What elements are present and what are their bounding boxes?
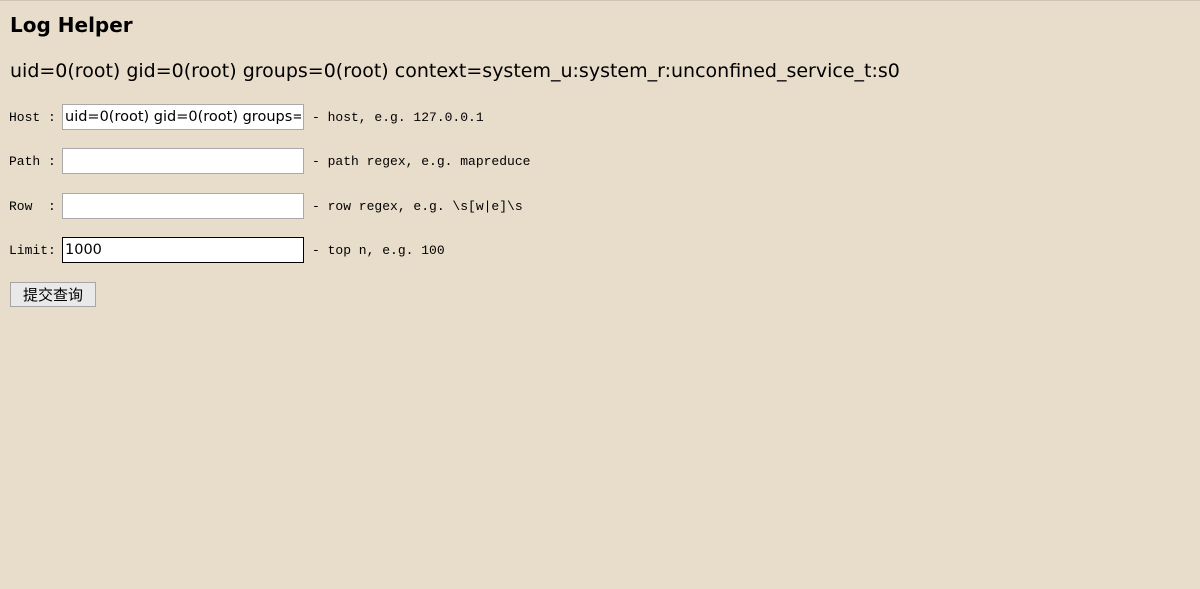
limit-row: Limit: - top n, e.g. 100 (9, 237, 445, 263)
host-input[interactable] (62, 104, 304, 130)
path-label: Path : (9, 153, 56, 169)
limit-label: Limit: (9, 242, 56, 258)
path-hint: - path regex, e.g. mapreduce (312, 153, 531, 169)
row-hint: - row regex, e.g. \s[w|e]\s (312, 198, 523, 214)
path-row: Path : - path regex, e.g. mapreduce (9, 148, 530, 174)
row-label: Row : (9, 198, 56, 214)
identity-output: uid=0(root) gid=0(root) groups=0(root) c… (10, 60, 900, 82)
host-row: Host : - host, e.g. 127.0.0.1 (9, 104, 484, 130)
page-title: Log Helper (10, 13, 133, 37)
path-input[interactable] (62, 148, 304, 174)
row-regex-input[interactable] (62, 193, 304, 219)
limit-hint: - top n, e.g. 100 (312, 242, 445, 258)
limit-input[interactable] (62, 237, 304, 263)
host-label: Host : (9, 109, 56, 125)
submit-query-button[interactable]: 提交查询 (10, 282, 96, 307)
row-filter-row: Row : - row regex, e.g. \s[w|e]\s (9, 193, 523, 219)
host-hint: - host, e.g. 127.0.0.1 (312, 109, 484, 125)
